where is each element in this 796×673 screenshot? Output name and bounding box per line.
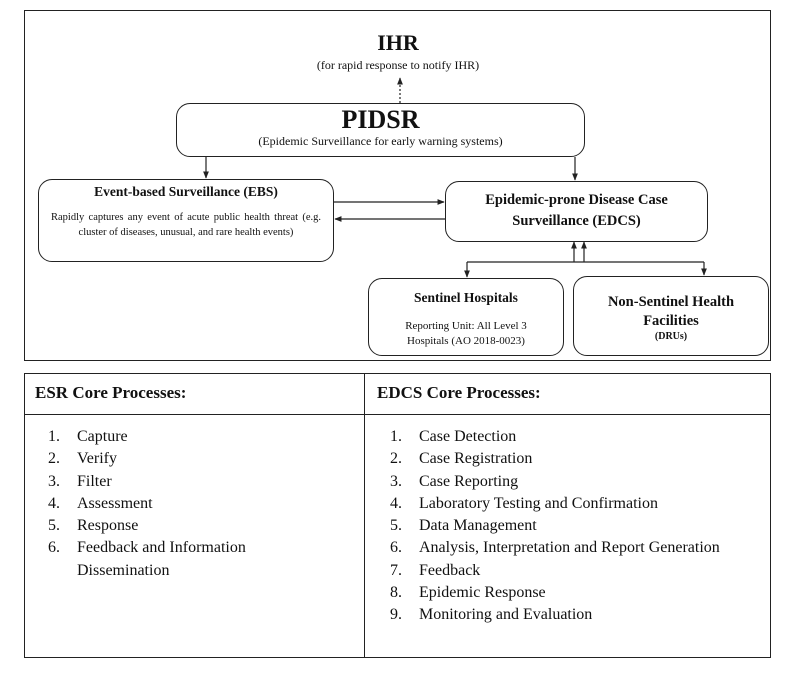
list-item: 6. Feedback and Information Dissemination bbox=[35, 537, 335, 582]
non-sentinel-facilities-box: Non-Sentinel Health Facilities (DRUs) bbox=[573, 276, 769, 356]
list-item: 4. Laboratory Testing and Confirmation bbox=[377, 493, 767, 515]
sentinel-desc-line1: Reporting Unit: All Level 3 bbox=[405, 320, 527, 332]
edcs-title-line1: Epidemic-prone Disease Case bbox=[485, 192, 668, 208]
ihr-subtitle: (for rapid response to notify IHR) bbox=[316, 58, 480, 72]
list-number: 4. bbox=[390, 494, 402, 512]
list-label: Monitoring and Evaluation bbox=[419, 606, 593, 624]
list-number: 1. bbox=[390, 428, 402, 445]
list-label: Verify bbox=[77, 450, 117, 468]
esr-process-list: 1. Capture 2. Verify 3. Filter 4. Assessment… bbox=[35, 426, 335, 582]
list-number: 6. bbox=[390, 539, 402, 557]
list-label: Case Registration bbox=[419, 450, 533, 468]
ihr-title: IHR bbox=[377, 30, 419, 55]
list-item: 5. Data Management bbox=[377, 515, 767, 537]
edcs-title: Epidemic-prone Disease Case Surveillance… bbox=[446, 190, 707, 232]
list-label: Feedback and Information Dissemination bbox=[77, 539, 246, 579]
edcs-header: EDCS Core Processes: bbox=[377, 383, 541, 402]
list-label: Case Detection bbox=[419, 428, 517, 445]
list-item: 7. Feedback bbox=[377, 560, 767, 582]
sentinel-title: Sentinel Hospitals bbox=[414, 290, 518, 305]
list-label: Assessment bbox=[77, 494, 153, 512]
list-label: Laboratory Testing and Confirmation bbox=[419, 494, 658, 512]
list-item: 2. Verify bbox=[35, 448, 335, 470]
list-number: 3. bbox=[390, 472, 402, 490]
list-label: Feedback bbox=[419, 561, 481, 579]
pidsr-box: PIDSR (Epidemic Surveillance for early w… bbox=[176, 103, 585, 157]
list-number: 2. bbox=[48, 450, 60, 468]
list-number: 5. bbox=[390, 517, 402, 535]
edcs-process-list: 1. Case Detection 2. Case Registration 3. C… bbox=[377, 426, 767, 627]
list-number: 8. bbox=[390, 584, 402, 602]
list-number: 7. bbox=[390, 561, 402, 579]
list-item: 9. Monitoring and Evaluation bbox=[377, 604, 767, 626]
list-item: 5. Response bbox=[35, 515, 335, 537]
header-divider bbox=[25, 414, 770, 415]
sentinel-desc-line2: Hospitals (AO 2018-0023) bbox=[407, 335, 525, 347]
non-sentinel-title-line1: Non-Sentinel Health bbox=[607, 294, 735, 310]
list-number: 5. bbox=[48, 517, 60, 535]
list-item: 1. Capture bbox=[35, 426, 335, 448]
list-label: Case Reporting bbox=[419, 472, 519, 490]
list-label: Epidemic Response bbox=[419, 584, 546, 602]
pidsr-title: PIDSR bbox=[341, 105, 420, 134]
list-item: 3. Filter bbox=[35, 471, 335, 493]
list-item: 4. Assessment bbox=[35, 493, 335, 515]
list-label: Analysis, Interpretation and Report Gene… bbox=[419, 539, 720, 557]
list-label: Data Management bbox=[419, 517, 537, 535]
sentinel-hospitals-box: Sentinel Hospitals Reporting Unit: All L… bbox=[368, 278, 564, 356]
core-processes-table: ESR Core Processes: EDCS Core Processes:… bbox=[24, 373, 771, 658]
ebs-box: Event-based Surveillance (EBS) Rapidly c… bbox=[38, 179, 334, 262]
non-sentinel-title: Non-Sentinel Health Facilities bbox=[574, 293, 768, 331]
non-sentinel-subtitle: (DRUs) bbox=[654, 331, 688, 342]
list-item: 1. Case Detection bbox=[377, 426, 767, 448]
list-number: 4. bbox=[48, 494, 60, 512]
list-number: 3. bbox=[48, 472, 60, 490]
list-number: 9. bbox=[390, 606, 402, 624]
sentinel-description: Reporting Unit: All Level 3 Hospitals (A… bbox=[369, 319, 563, 349]
list-number: 1. bbox=[48, 428, 60, 445]
list-item: 3. Case Reporting bbox=[377, 471, 767, 493]
edcs-box: Epidemic-prone Disease Case Surveillance… bbox=[445, 181, 708, 242]
list-item: 6. Analysis, Interpretation and Report Ge… bbox=[377, 537, 767, 559]
list-label: Capture bbox=[77, 428, 128, 445]
list-item: 2. Case Registration bbox=[377, 448, 767, 470]
ebs-title: Event-based Surveillance (EBS) bbox=[94, 184, 278, 199]
esr-header: ESR Core Processes: bbox=[35, 383, 187, 402]
column-divider bbox=[364, 374, 365, 657]
list-label: Filter bbox=[77, 472, 112, 490]
ebs-description: Rapidly captures any event of acute publ… bbox=[51, 212, 321, 238]
list-label: Response bbox=[77, 517, 139, 535]
non-sentinel-title-line2: Facilities bbox=[643, 313, 699, 329]
edcs-title-line2: Surveillance (EDCS) bbox=[512, 213, 641, 229]
list-number: 6. bbox=[48, 539, 60, 557]
list-item: 8. Epidemic Response bbox=[377, 582, 767, 604]
pidsr-subtitle: (Epidemic Surveillance for early warning… bbox=[258, 134, 503, 148]
list-number: 2. bbox=[390, 450, 402, 468]
